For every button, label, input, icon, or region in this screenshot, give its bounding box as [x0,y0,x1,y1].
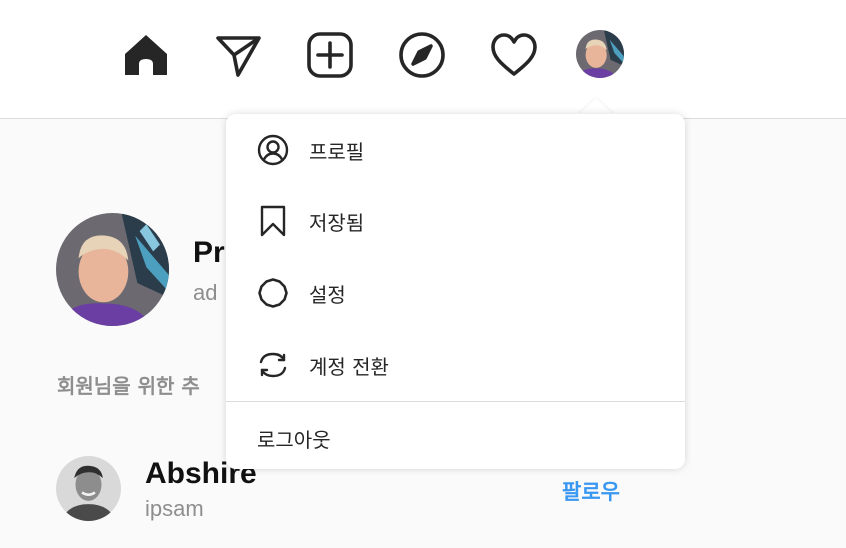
profile-dropdown-menu: 프로필 저장됨 설정 계정 전환 로그아웃 [226,114,685,469]
activity-heart-icon[interactable] [490,31,538,79]
profile-avatar-large[interactable] [56,213,169,326]
suggested-user-avatar[interactable] [56,456,121,521]
suggestions-heading: 회원님을 위한 추 [57,374,200,398]
menu-item-label: 저장됨 [309,210,365,235]
settings-gear-icon [256,276,290,310]
explore-compass-icon[interactable] [398,31,446,79]
switch-account-icon [256,348,290,382]
profile-name[interactable]: Pr [193,236,225,270]
profile-avatar[interactable] [576,30,624,78]
follow-button[interactable]: 팔로우 [562,476,620,506]
profile-circle-icon [256,133,290,167]
send-icon[interactable] [214,31,262,79]
top-navigation-bar [0,0,846,119]
menu-item-logout[interactable]: 로그아웃 [226,402,685,469]
menu-item-label: 프로필 [309,139,365,164]
menu-item-saved[interactable]: 저장됨 [226,186,685,256]
profile-username: ad [193,280,218,305]
new-post-icon[interactable] [306,31,354,79]
menu-item-label: 계정 전환 [309,354,389,379]
suggested-user-username: ipsam [145,496,204,521]
dropdown-caret [578,98,614,115]
menu-item-profile[interactable]: 프로필 [226,115,685,185]
menu-item-switch-account[interactable]: 계정 전환 [226,330,685,400]
menu-item-settings[interactable]: 설정 [226,258,685,328]
bookmark-icon [256,204,290,238]
home-icon[interactable] [122,31,170,79]
logout-label: 로그아웃 [257,428,331,452]
menu-item-label: 설정 [309,282,346,307]
